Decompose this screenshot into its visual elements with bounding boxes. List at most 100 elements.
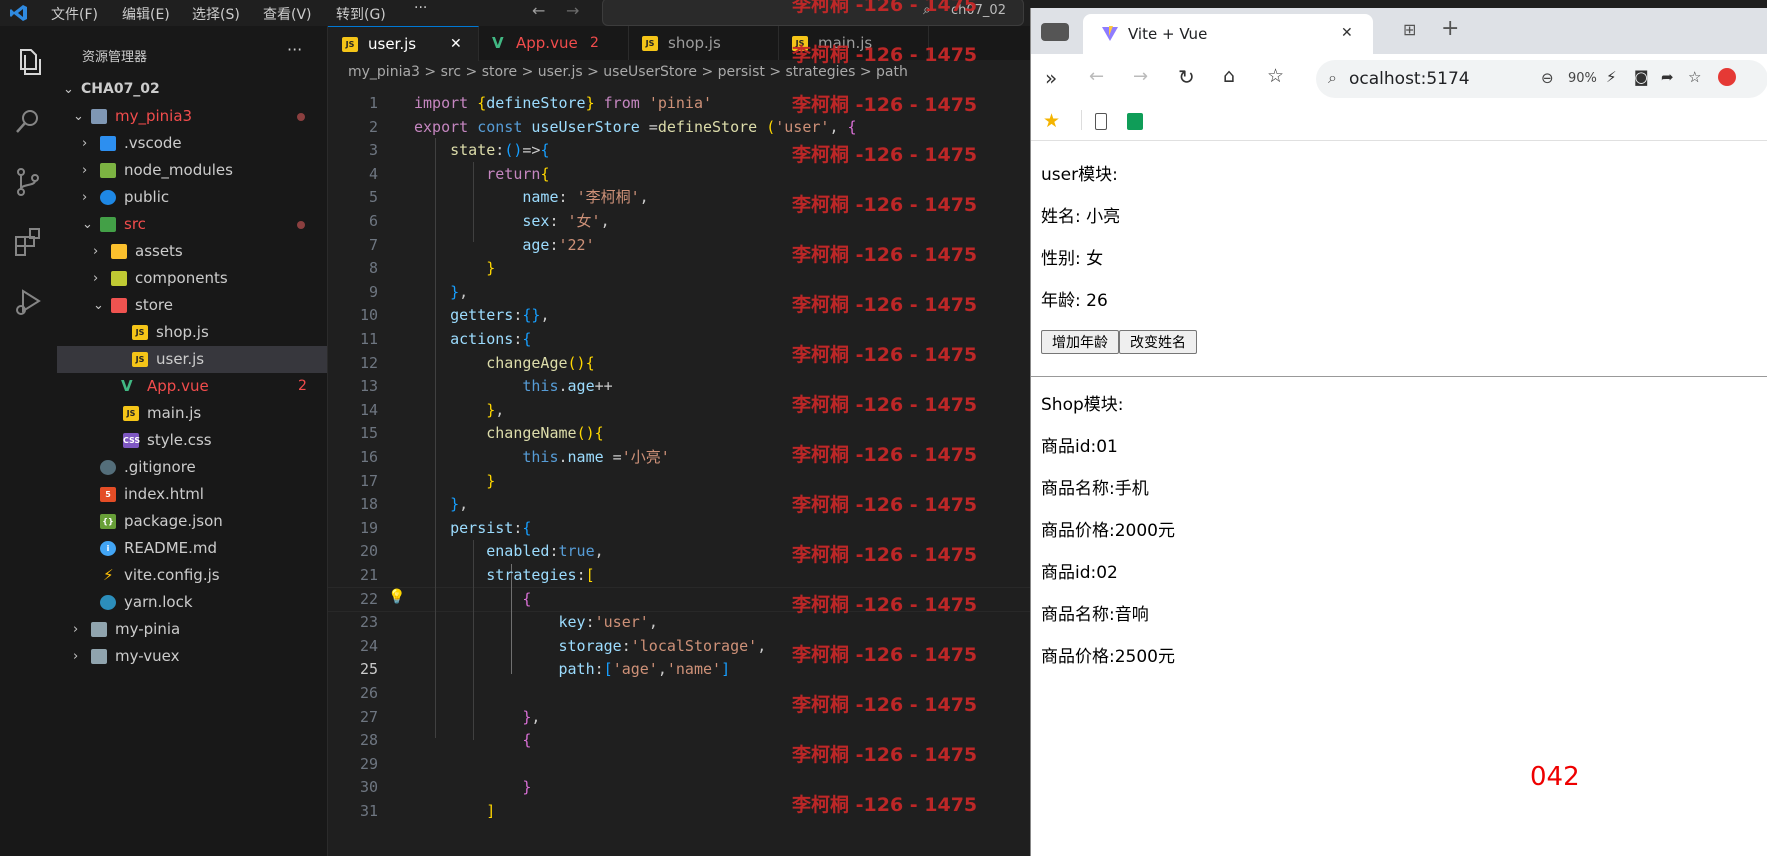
breadcrumb-item[interactable]: useUserStore — [603, 64, 697, 80]
close-icon[interactable]: ✕ — [450, 27, 462, 61]
menu-more[interactable]: ··· — [414, 0, 427, 16]
profile-icon[interactable] — [1718, 68, 1736, 86]
address-bar[interactable]: ⌕ ocalhost:5174 ⊖ 90% ⚡ ◙ ➦ ☆ — [1316, 60, 1767, 98]
tree-item-node-modules[interactable]: › node_modules — [57, 157, 327, 184]
mobile-icon[interactable] — [1095, 113, 1107, 130]
tab-title: Vite + Vue — [1128, 25, 1208, 43]
tree-item-components[interactable]: › components — [57, 265, 327, 292]
menu-selection[interactable]: 选择(S) — [192, 4, 240, 24]
watermark-text: 李柯桐 -126 - 1475 — [792, 494, 978, 516]
menu-file[interactable]: 文件(F) — [51, 4, 98, 24]
breadcrumb-item[interactable]: store — [482, 64, 517, 80]
tree-item-app-vue[interactable]: V App.vue 2 — [57, 373, 327, 400]
search-view-icon[interactable] — [10, 104, 46, 140]
close-icon[interactable]: ✕ — [1341, 25, 1353, 41]
line-number: 1 — [368, 94, 378, 112]
tree-item-my-pinia3[interactable]: ⌄ my_pinia3 — [57, 103, 327, 130]
menu-edit[interactable]: 编辑(E) — [122, 4, 170, 24]
lightbulb-icon[interactable]: 💡 — [388, 589, 405, 605]
browser-tab-bar: Vite + Vue ✕ ⊞ + — [1031, 8, 1767, 54]
tab-groups-icon[interactable] — [1041, 23, 1069, 41]
tree-root[interactable]: ⌄ CHA07_02 — [57, 76, 327, 103]
explorer-more-button[interactable]: ··· — [287, 40, 302, 59]
breadcrumb-item[interactable]: src — [441, 64, 461, 80]
divider — [1031, 376, 1767, 377]
code-line: return{ — [486, 164, 550, 183]
tree-item-shop-js[interactable]: JS shop.js — [57, 319, 327, 346]
tab-user-js[interactable]: JS user.js ✕ — [328, 26, 479, 61]
tree-label: vite.config.js — [124, 566, 220, 584]
tab-shop-js[interactable]: JS shop.js — [628, 26, 779, 60]
double-chevron-icon[interactable]: » — [1045, 66, 1057, 90]
breadcrumb-separator: > — [521, 64, 534, 80]
chevron-right-icon: › — [93, 271, 99, 286]
new-tab-button[interactable]: + — [1441, 16, 1459, 41]
problem-badge: 2 — [298, 378, 307, 394]
home-icon[interactable]: ⌂ — [1223, 65, 1235, 87]
tree-item-assets[interactable]: › assets — [57, 238, 327, 265]
zoom-icon[interactable]: ⊖ — [1541, 69, 1554, 87]
code-line: { — [522, 589, 532, 608]
forward-icon[interactable]: → — [1133, 66, 1148, 87]
favorite-add-icon[interactable]: ☆ — [1688, 68, 1701, 86]
tab-search-icon[interactable]: ⊞ — [1403, 20, 1416, 39]
back-icon[interactable]: ← — [1089, 66, 1104, 87]
line-number: 26 — [359, 684, 378, 702]
tree-item-src[interactable]: ⌄ src — [57, 211, 327, 238]
tree-item-gitignore[interactable]: .gitignore — [57, 454, 327, 481]
line-number: 9 — [368, 282, 378, 301]
tree-item-store[interactable]: ⌄ store — [57, 292, 327, 319]
tab-app-vue[interactable]: V App.vue 2 — [478, 26, 629, 60]
code-line: path:['age','name'] — [558, 660, 731, 679]
source-control-icon[interactable] — [10, 164, 46, 200]
tree-item-vite-config[interactable]: ⚡ vite.config.js — [57, 562, 327, 589]
breadcrumb-item[interactable]: persist — [718, 64, 765, 80]
watermark-text: 李柯桐 -126 - 1475 — [792, 644, 978, 666]
tree-item-readme[interactable]: i README.md — [57, 535, 327, 562]
line-number: 28 — [359, 731, 378, 750]
vscode-folder-icon — [100, 136, 116, 151]
nav-forward-icon[interactable]: → — [566, 1, 579, 20]
tree-item-public[interactable]: › public — [57, 184, 327, 211]
tab-vite-vue[interactable]: Vite + Vue ✕ — [1083, 14, 1373, 54]
line-number: 3 — [368, 141, 378, 160]
lightning-icon[interactable]: ⚡ — [1606, 68, 1617, 86]
extensions-icon[interactable] — [10, 224, 46, 260]
explorer-icon[interactable] — [10, 44, 46, 80]
watermark-text: 李柯桐 -126 - 1475 — [792, 244, 978, 266]
sheets-icon[interactable] — [1127, 113, 1143, 130]
tree-item-vscode[interactable]: › .vscode — [57, 130, 327, 157]
bookmark-star-icon[interactable]: ★ — [1043, 110, 1060, 132]
change-name-button[interactable]: 改变姓名 — [1119, 330, 1197, 354]
tree-item-style-css[interactable]: CSS style.css — [57, 427, 327, 454]
nav-back-icon[interactable]: ← — [532, 1, 545, 20]
add-age-button[interactable]: 增加年龄 — [1041, 330, 1119, 354]
assets-folder-icon — [111, 244, 127, 259]
src-folder-icon — [100, 217, 116, 232]
tree-item-yarn-lock[interactable]: yarn.lock — [57, 589, 327, 616]
tree-item-user-js[interactable]: JS user.js — [57, 346, 327, 373]
extension-icon[interactable]: ◙ — [1634, 68, 1649, 86]
star-icon[interactable]: ☆ — [1267, 65, 1284, 87]
run-debug-icon[interactable] — [10, 284, 46, 320]
code-line: import {defineStore} from 'pinia' — [414, 94, 713, 112]
watermark-text: 李柯桐 -126 - 1475 — [792, 444, 978, 466]
line-number: 16 — [359, 448, 378, 466]
menu-view[interactable]: 查看(V) — [263, 4, 312, 24]
tree-item-my-pinia[interactable]: › my-pinia — [57, 616, 327, 643]
share-icon[interactable]: ➦ — [1661, 68, 1674, 86]
line-number: 21 — [359, 566, 378, 584]
lightning-icon: ⚡ — [103, 566, 114, 584]
tree-item-index-html[interactable]: 5 index.html — [57, 481, 327, 508]
tree-item-main-js[interactable]: JS main.js — [57, 400, 327, 427]
tree-item-package-json[interactable]: {} package.json — [57, 508, 327, 535]
menu-go[interactable]: 转到(G) — [336, 4, 386, 24]
breadcrumb-item[interactable]: my_pinia3 — [348, 64, 420, 80]
tree-item-my-vuex[interactable]: › my-vuex — [57, 643, 327, 670]
js-file-icon: JS — [123, 406, 139, 421]
line-number: 2 — [368, 117, 378, 136]
reload-icon[interactable]: ↻ — [1178, 65, 1195, 89]
breadcrumb-item[interactable]: user.js — [538, 64, 583, 80]
vite-logo-icon — [1102, 26, 1118, 41]
